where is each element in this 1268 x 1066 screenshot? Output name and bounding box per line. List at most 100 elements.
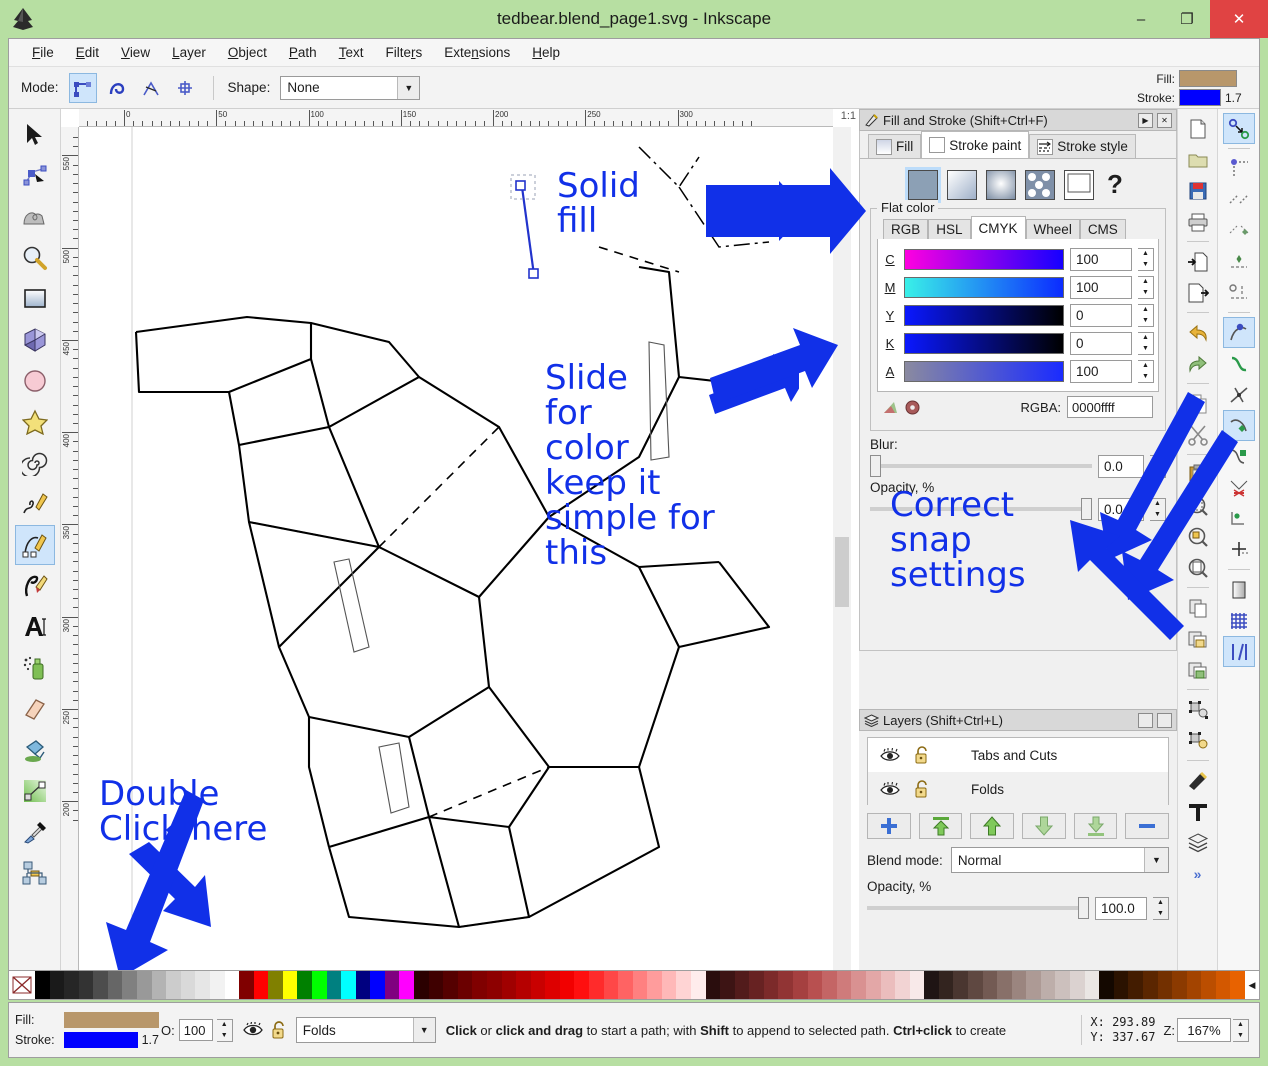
palette-color[interactable] <box>603 971 619 999</box>
dropper-tool[interactable] <box>15 812 55 852</box>
snap-cusp-node-toggle[interactable] <box>1222 410 1255 441</box>
palette-color[interactable] <box>501 971 517 999</box>
chevron-down-icon[interactable]: ▼ <box>397 76 420 99</box>
tab-stroke-paint[interactable]: Stroke paint <box>921 131 1030 158</box>
box3d-tool[interactable] <box>15 320 55 360</box>
palette-color[interactable] <box>516 971 531 999</box>
unlock-icon[interactable] <box>914 780 931 798</box>
palette-color[interactable] <box>311 971 327 999</box>
group-button[interactable] <box>1182 623 1214 654</box>
palette-color[interactable] <box>997 971 1012 999</box>
blend-mode-select[interactable]: Normal ▼ <box>950 847 1169 873</box>
snap-page-border-toggle[interactable] <box>1223 574 1255 605</box>
blur-slider-knob[interactable] <box>870 455 881 477</box>
raise-layer-button[interactable] <box>970 813 1015 839</box>
cmyk-spinner-k[interactable]: ▲ ▼ <box>1138 331 1154 355</box>
palette-color[interactable] <box>297 971 312 999</box>
snap-bbox-center-toggle[interactable] <box>1223 277 1255 308</box>
palette-color[interactable] <box>545 971 560 999</box>
spiro-mode-button[interactable] <box>103 73 131 103</box>
drawing-canvas[interactable]: Solid fill Slide for color keep it simple for… <box>79 127 833 973</box>
color-tab-wheel[interactable]: Wheel <box>1025 219 1080 239</box>
menu-item-layer[interactable]: Layer <box>161 42 217 63</box>
horizontal-ruler[interactable]: 0 50 100 150 200 250 300 <box>79 109 833 127</box>
layers-close-button[interactable] <box>1157 712 1172 728</box>
palette-color[interactable] <box>1201 971 1216 999</box>
palette-color[interactable] <box>720 971 735 999</box>
minimize-button[interactable]: – <box>1118 0 1164 38</box>
zoom-value[interactable]: 167% <box>1177 1018 1231 1042</box>
status-opacity-value[interactable]: 100 <box>178 1019 213 1041</box>
snap-midpoint-toggle[interactable] <box>1223 472 1255 503</box>
palette-color[interactable] <box>1040 971 1056 999</box>
canvas-vertical-scrollbar[interactable] <box>833 127 851 973</box>
cmyk-spinner-a[interactable]: ▲ ▼ <box>1138 359 1154 383</box>
layers-collapse-button[interactable] <box>1138 712 1153 728</box>
spray-tool[interactable] <box>15 648 55 688</box>
lower-layer-button[interactable] <box>1022 813 1066 839</box>
layer-row[interactable]: Folds <box>868 772 1168 806</box>
bezier-mode-button[interactable] <box>68 72 97 103</box>
palette-color[interactable] <box>982 971 998 999</box>
palette-color[interactable] <box>1070 971 1085 999</box>
zoom-tool[interactable] <box>15 238 55 278</box>
cmyk-slider-m[interactable] <box>904 276 1064 298</box>
radial-gradient-button[interactable] <box>986 169 1016 200</box>
palette-color[interactable] <box>1084 971 1100 999</box>
cmyk-slider-y[interactable] <box>904 304 1064 326</box>
blend-chevron-down-icon[interactable]: ▼ <box>1144 848 1168 872</box>
layer-row[interactable]: Tabs and Cuts <box>868 738 1168 772</box>
zoom-selection-button[interactable] <box>1182 490 1214 521</box>
palette-color[interactable] <box>1142 971 1158 999</box>
snap-bounding-box-toggle[interactable] <box>1223 153 1255 184</box>
new-document-button[interactable] <box>1182 113 1214 144</box>
palette-color[interactable] <box>180 971 196 999</box>
calligraphy-tool[interactable] <box>15 566 55 606</box>
redo-button[interactable] <box>1182 348 1214 379</box>
snap-bbox-corner-toggle[interactable] <box>1223 215 1255 246</box>
palette-color[interactable] <box>661 971 677 999</box>
cut-button[interactable] <box>1182 419 1214 450</box>
duplicate-button[interactable] <box>1182 592 1214 623</box>
ruler-unit-badge[interactable]: 1:1 <box>841 110 856 122</box>
pencil-tool[interactable] <box>15 484 55 524</box>
cmyk-slider-a[interactable] <box>904 360 1064 382</box>
palette-color[interactable] <box>968 971 983 999</box>
question-mark-icon[interactable]: ? <box>1107 169 1123 200</box>
palette-color[interactable] <box>209 971 225 999</box>
palette-color[interactable] <box>705 971 721 999</box>
menu-item-extensions[interactable]: Extensions <box>433 42 521 63</box>
eye-icon[interactable] <box>880 781 900 797</box>
opacity-spinner[interactable]: ▲ ▼ <box>1150 497 1166 521</box>
palette-color[interactable] <box>938 971 954 999</box>
cmyk-value-y[interactable]: 0 <box>1070 303 1132 327</box>
object-to-path-button[interactable] <box>1182 694 1214 725</box>
palette-color[interactable] <box>239 971 254 999</box>
color-tab-cmyk[interactable]: CMYK <box>970 216 1026 239</box>
rectangle-tool[interactable] <box>15 279 55 319</box>
palette-color[interactable] <box>865 971 881 999</box>
menu-item-filters[interactable]: Filters <box>374 42 433 63</box>
zoom-drawing-button[interactable] <box>1182 521 1214 552</box>
snap-nodes-paths-toggle[interactable] <box>1222 317 1255 348</box>
palette-color[interactable] <box>107 971 123 999</box>
palette-color[interactable] <box>763 971 779 999</box>
palette-color[interactable] <box>588 971 604 999</box>
snap-guide-toggle[interactable] <box>1222 636 1255 667</box>
palette-color[interactable] <box>399 971 415 999</box>
palette-color[interactable] <box>734 971 750 999</box>
pattern-button[interactable] <box>1025 169 1055 200</box>
layers-button[interactable] <box>1182 827 1214 858</box>
text-and-font-button[interactable] <box>1182 796 1214 827</box>
unlock-icon[interactable] <box>914 746 931 764</box>
cmyk-value-m[interactable]: 100 <box>1070 275 1132 299</box>
palette-color[interactable] <box>137 971 152 999</box>
palette-color[interactable] <box>1230 971 1245 999</box>
tab-stroke-style[interactable]: Stroke style <box>1029 134 1136 158</box>
status-opacity-spinner[interactable]: ▲ ▼ <box>216 1018 233 1042</box>
snap-smooth-node-toggle[interactable] <box>1223 441 1255 472</box>
cmyk-slider-c[interactable] <box>904 248 1064 270</box>
palette-color[interactable] <box>822 971 837 999</box>
cmyk-value-a[interactable]: 100 <box>1070 359 1132 383</box>
snap-path-intersection-toggle[interactable] <box>1223 379 1255 410</box>
